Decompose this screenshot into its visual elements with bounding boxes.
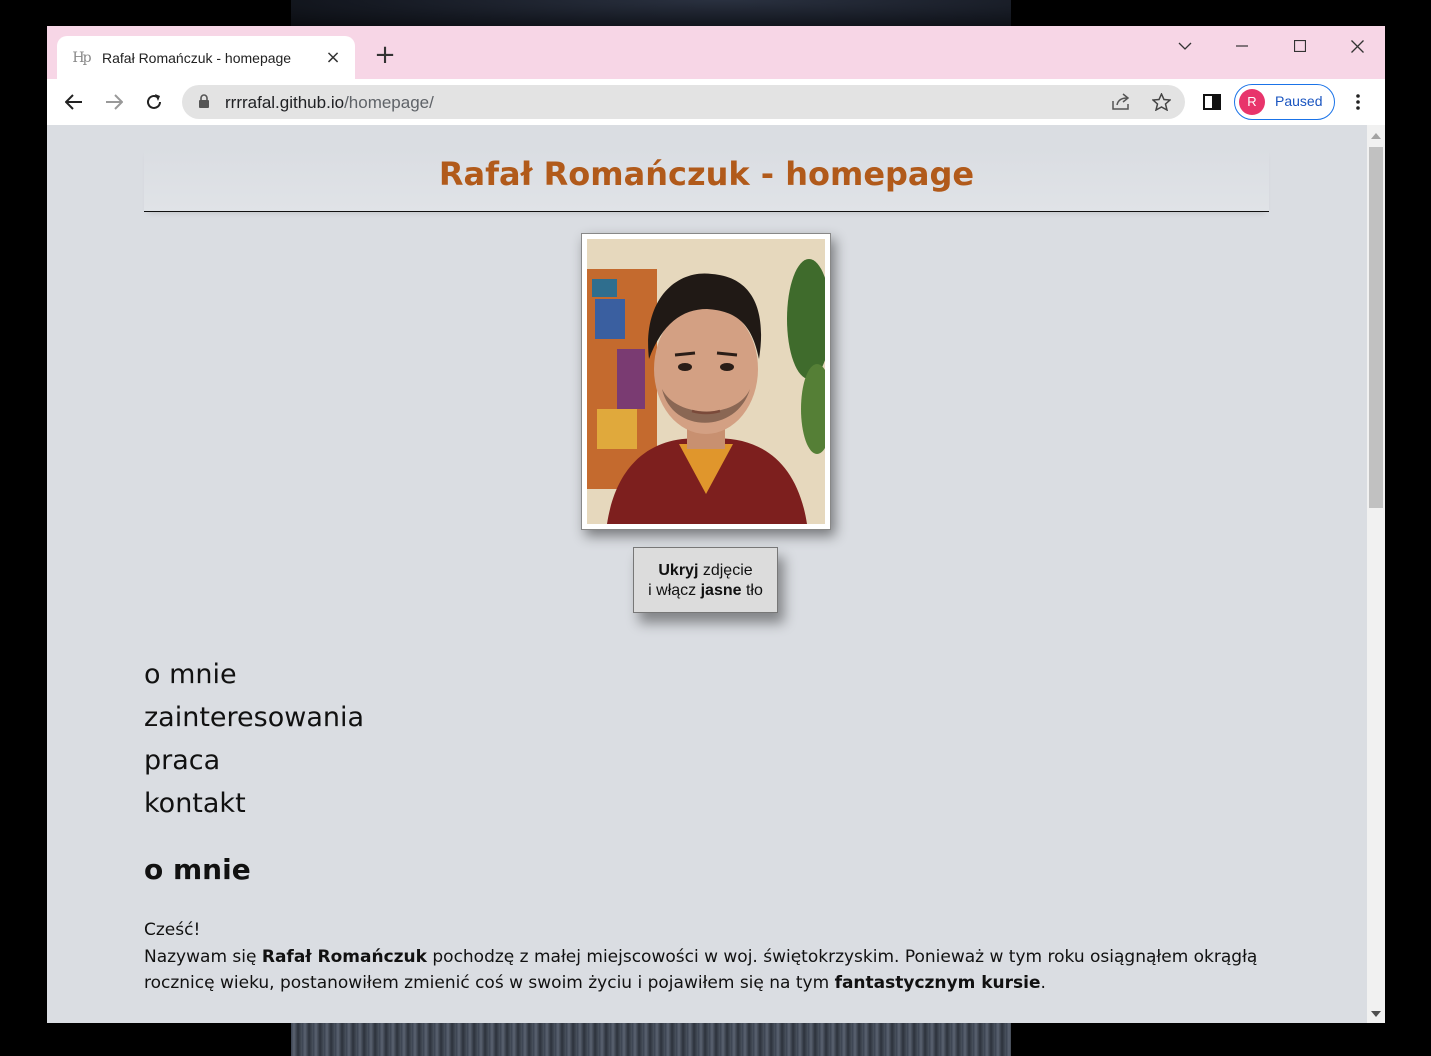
browser-window: Hp Rafał Romańczuk - homepage × + rrrraf…: [47, 26, 1385, 1023]
minimize-icon[interactable]: [1222, 34, 1262, 58]
menu-item-o-mnie[interactable]: o mnie: [144, 653, 364, 696]
intro-text: Nazywam się Rafał Romańczuk pochodzę z m…: [144, 946, 1258, 994]
maximize-icon[interactable]: [1280, 34, 1320, 58]
desktop-background: [291, 0, 1011, 26]
back-arrow-icon[interactable]: [59, 87, 89, 117]
page-title: Rafał Romańczuk - homepage: [438, 155, 975, 193]
browser-tab[interactable]: Hp Rafał Romańczuk - homepage ×: [57, 36, 355, 79]
profile-photo-frame: [581, 233, 831, 530]
page-header: Rafał Romańczuk - homepage: [144, 147, 1269, 212]
avatar: R: [1239, 89, 1265, 115]
tab-title: Rafał Romańczuk - homepage: [102, 49, 292, 66]
about-paragraph: Cześć! Nazywam się Rafał Romańczuk pocho…: [144, 917, 1284, 997]
hide-photo-light-background-button[interactable]: Ukryj zdjęcie i włącz jasne tło: [633, 547, 778, 613]
tab-close-icon[interactable]: ×: [323, 47, 343, 68]
menu-item-praca[interactable]: praca: [144, 739, 364, 782]
lock-icon: [198, 94, 210, 113]
favicon-icon: Hp: [72, 49, 91, 66]
greeting-text: Cześć!: [144, 920, 201, 940]
side-panel-icon[interactable]: [1197, 87, 1227, 117]
desktop-background: [291, 1022, 1011, 1056]
title-bar: Hp Rafał Romańczuk - homepage × +: [47, 26, 1385, 79]
scroll-down-icon[interactable]: [1371, 1011, 1381, 1017]
address-bar[interactable]: rrrrafal.github.io/homepage/: [182, 85, 1185, 119]
forward-arrow-icon[interactable]: [99, 87, 129, 117]
scroll-up-icon[interactable]: [1371, 133, 1381, 139]
menu-item-kontakt[interactable]: kontakt: [144, 782, 364, 825]
share-icon[interactable]: [1111, 92, 1131, 112]
profile-status: Paused: [1275, 93, 1323, 109]
page-content: Rafał Romańczuk - homepage Ukryj zdjęcie…: [47, 125, 1367, 1023]
tab-search-chevron-icon[interactable]: [1165, 34, 1205, 58]
section-heading: o mnie: [144, 853, 251, 886]
page-scrollbar[interactable]: [1367, 125, 1385, 1023]
section-menu: o mnie zainteresowania praca kontakt: [144, 653, 364, 825]
scrollbar-thumb[interactable]: [1369, 147, 1383, 508]
url-text[interactable]: rrrrafal.github.io/homepage/: [225, 93, 434, 113]
menu-item-zainteresowania[interactable]: zainteresowania: [144, 696, 364, 739]
browser-toolbar: rrrrafal.github.io/homepage/ R Paused: [47, 79, 1385, 125]
profile-button[interactable]: R Paused: [1234, 84, 1335, 120]
bookmark-star-icon[interactable]: [1151, 92, 1171, 112]
new-tab-button[interactable]: +: [373, 42, 397, 68]
profile-photo: [587, 239, 825, 524]
reload-icon[interactable]: [139, 87, 169, 117]
close-window-icon[interactable]: [1337, 34, 1377, 58]
more-menu-icon[interactable]: [1343, 87, 1373, 117]
